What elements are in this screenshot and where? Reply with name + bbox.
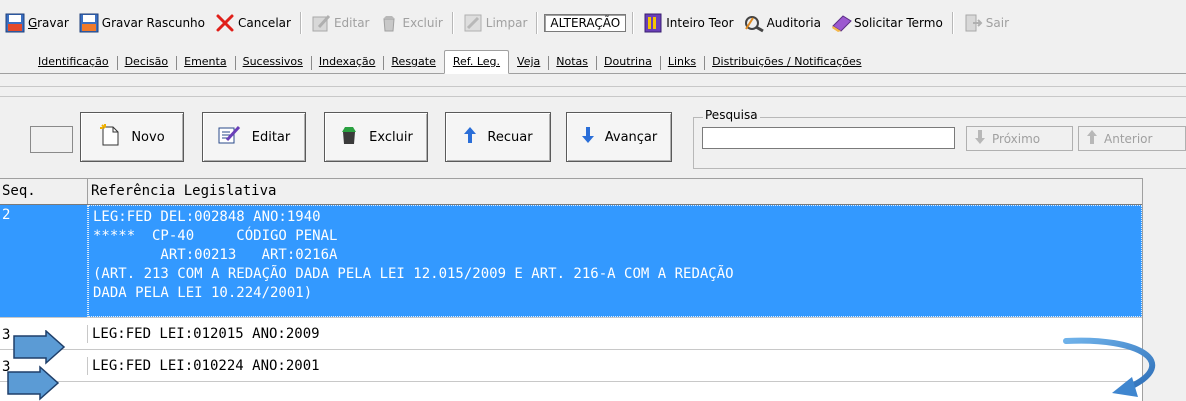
avancar-label: Avançar	[604, 129, 658, 145]
cancel-x-icon	[215, 13, 235, 33]
referencia-legislativa-grid: Seq. Referência Legislativa 2 LEG:FED DE…	[0, 178, 1143, 401]
new-document-icon	[99, 123, 121, 151]
tab-doutrina[interactable]: Doutrina	[596, 52, 660, 73]
tab-veja[interactable]: Veja	[509, 52, 548, 73]
arrow-up-icon	[463, 126, 477, 148]
limpar-button[interactable]: Limpar	[460, 12, 531, 34]
anterior-label: Anterior	[1104, 131, 1153, 146]
recuar-label: Recuar	[487, 129, 533, 145]
tab-notas[interactable]: Notas	[548, 52, 596, 73]
gravar-label: ravar	[37, 16, 69, 30]
divider	[0, 96, 1186, 97]
sair-button[interactable]: Sair	[960, 12, 1012, 34]
editar-toolbar-label: Editar	[333, 16, 370, 30]
excluir-toolbar-label: Excluir	[402, 16, 443, 30]
right-arrow-annotation-icon	[13, 330, 66, 365]
save-draft-icon	[79, 13, 99, 33]
column-header-seq[interactable]: Seq.	[0, 179, 88, 204]
cancelar-label: Cancelar	[238, 16, 291, 30]
excluir-toolbar-button[interactable]: Excluir	[376, 12, 445, 34]
novo-label: Novo	[131, 129, 165, 145]
mode-indicator: ALTERAÇÃO	[544, 14, 627, 32]
auditoria-button[interactable]: Auditoria	[741, 12, 824, 34]
pesquisa-legend: Pesquisa	[703, 108, 760, 122]
proximo-label: Próximo	[992, 131, 1041, 146]
tab-decisao[interactable]: Decisão	[116, 52, 177, 73]
tab-resgate[interactable]: Resgate	[383, 52, 443, 73]
annotation-arrows	[7, 330, 66, 401]
tab-distribuicoes-notificacoes[interactable]: Distribuições / Notificações	[704, 52, 869, 73]
record-indicator-box	[30, 126, 73, 153]
column-header-referencia[interactable]: Referência Legislativa	[88, 179, 1142, 204]
curved-return-arrow-icon	[1063, 337, 1156, 397]
novo-button[interactable]: Novo	[80, 112, 184, 162]
solicitar-termo-button[interactable]: Solicitar Termo	[828, 12, 946, 34]
cell-referencia: LEG:FED DEL:002848 ANO:1940 ***** CP-40 …	[88, 205, 1142, 317]
arrow-down-icon	[581, 126, 595, 148]
delete-icon	[379, 13, 399, 33]
cell-seq: 2	[0, 205, 88, 317]
main-toolbar: Gravar Gravar Rascunho Cancelar Editar E…	[0, 0, 1186, 46]
toolbar-separator	[536, 12, 539, 34]
limpar-label: Limpar	[485, 16, 528, 30]
sair-label: Sair	[985, 16, 1010, 30]
proximo-button[interactable]: Próximo	[966, 126, 1073, 151]
tab-links[interactable]: Links	[659, 52, 704, 73]
tab-ementa[interactable]: Ementa	[176, 52, 234, 73]
tab-bar: Identificação Decisão Ementa Sucessivos …	[0, 49, 1186, 74]
clear-icon	[463, 13, 483, 33]
editar-label: Editar	[251, 129, 291, 145]
pesquisa-input[interactable]	[702, 127, 955, 149]
edit-icon	[218, 124, 242, 150]
table-row[interactable]: 3 LEG:FED LEI:012015 ANO:2009	[0, 318, 1142, 350]
tab-indexacao[interactable]: Indexação	[310, 52, 384, 73]
anterior-button[interactable]: Anterior	[1078, 126, 1186, 151]
tab-ref-leg[interactable]: Ref. Leg.	[443, 50, 510, 74]
toolbar-separator	[951, 12, 954, 34]
exit-icon	[963, 13, 983, 33]
edit-icon	[311, 13, 331, 33]
arrow-down-icon	[974, 129, 986, 148]
editar-button[interactable]: Editar	[202, 112, 306, 162]
toolbar-separator	[299, 12, 302, 34]
table-row[interactable]: 3 LEG:FED LEI:010224 ANO:2001	[0, 350, 1142, 382]
inteiro-teor-button[interactable]: Inteiro Teor	[640, 12, 736, 34]
recuar-button[interactable]: Recuar	[445, 112, 551, 162]
gravar-rascunho-label: Gravar Rascunho	[101, 16, 205, 30]
gravar-button[interactable]: Gravar	[2, 12, 72, 34]
avancar-button[interactable]: Avançar	[566, 112, 672, 162]
divider	[0, 86, 1186, 87]
save-icon	[5, 13, 25, 33]
auditoria-label: Auditoria	[766, 16, 821, 30]
excluir-button[interactable]: Excluir	[324, 112, 428, 162]
cancelar-button[interactable]: Cancelar	[212, 12, 294, 34]
editar-toolbar-button[interactable]: Editar	[308, 12, 373, 34]
cell-referencia: LEG:FED LEI:012015 ANO:2009	[92, 326, 320, 342]
solicitar-termo-label: Solicitar Termo	[854, 16, 943, 30]
cell-referencia: LEG:FED LEI:010224 ANO:2001	[92, 358, 320, 374]
delete-icon	[339, 125, 359, 149]
grid-header: Seq. Referência Legislativa	[0, 178, 1142, 205]
gravar-rascunho-button[interactable]: Gravar Rascunho	[76, 12, 208, 34]
tab-sucessivos[interactable]: Sucessivos	[234, 52, 311, 73]
right-arrow-annotation-icon	[7, 365, 60, 401]
excluir-label: Excluir	[369, 129, 413, 145]
document-icon	[643, 13, 663, 33]
arrow-up-icon	[1086, 129, 1098, 148]
tab-identificacao[interactable]: Identificação	[30, 52, 117, 73]
toolbar-separator	[632, 12, 635, 34]
table-row[interactable]: 2 LEG:FED DEL:002848 ANO:1940 ***** CP-4…	[0, 205, 1142, 318]
eraser-icon	[831, 13, 852, 33]
inteiro-teor-label: Inteiro Teor	[666, 16, 734, 30]
audit-icon	[744, 13, 764, 33]
toolbar-separator	[451, 12, 454, 34]
